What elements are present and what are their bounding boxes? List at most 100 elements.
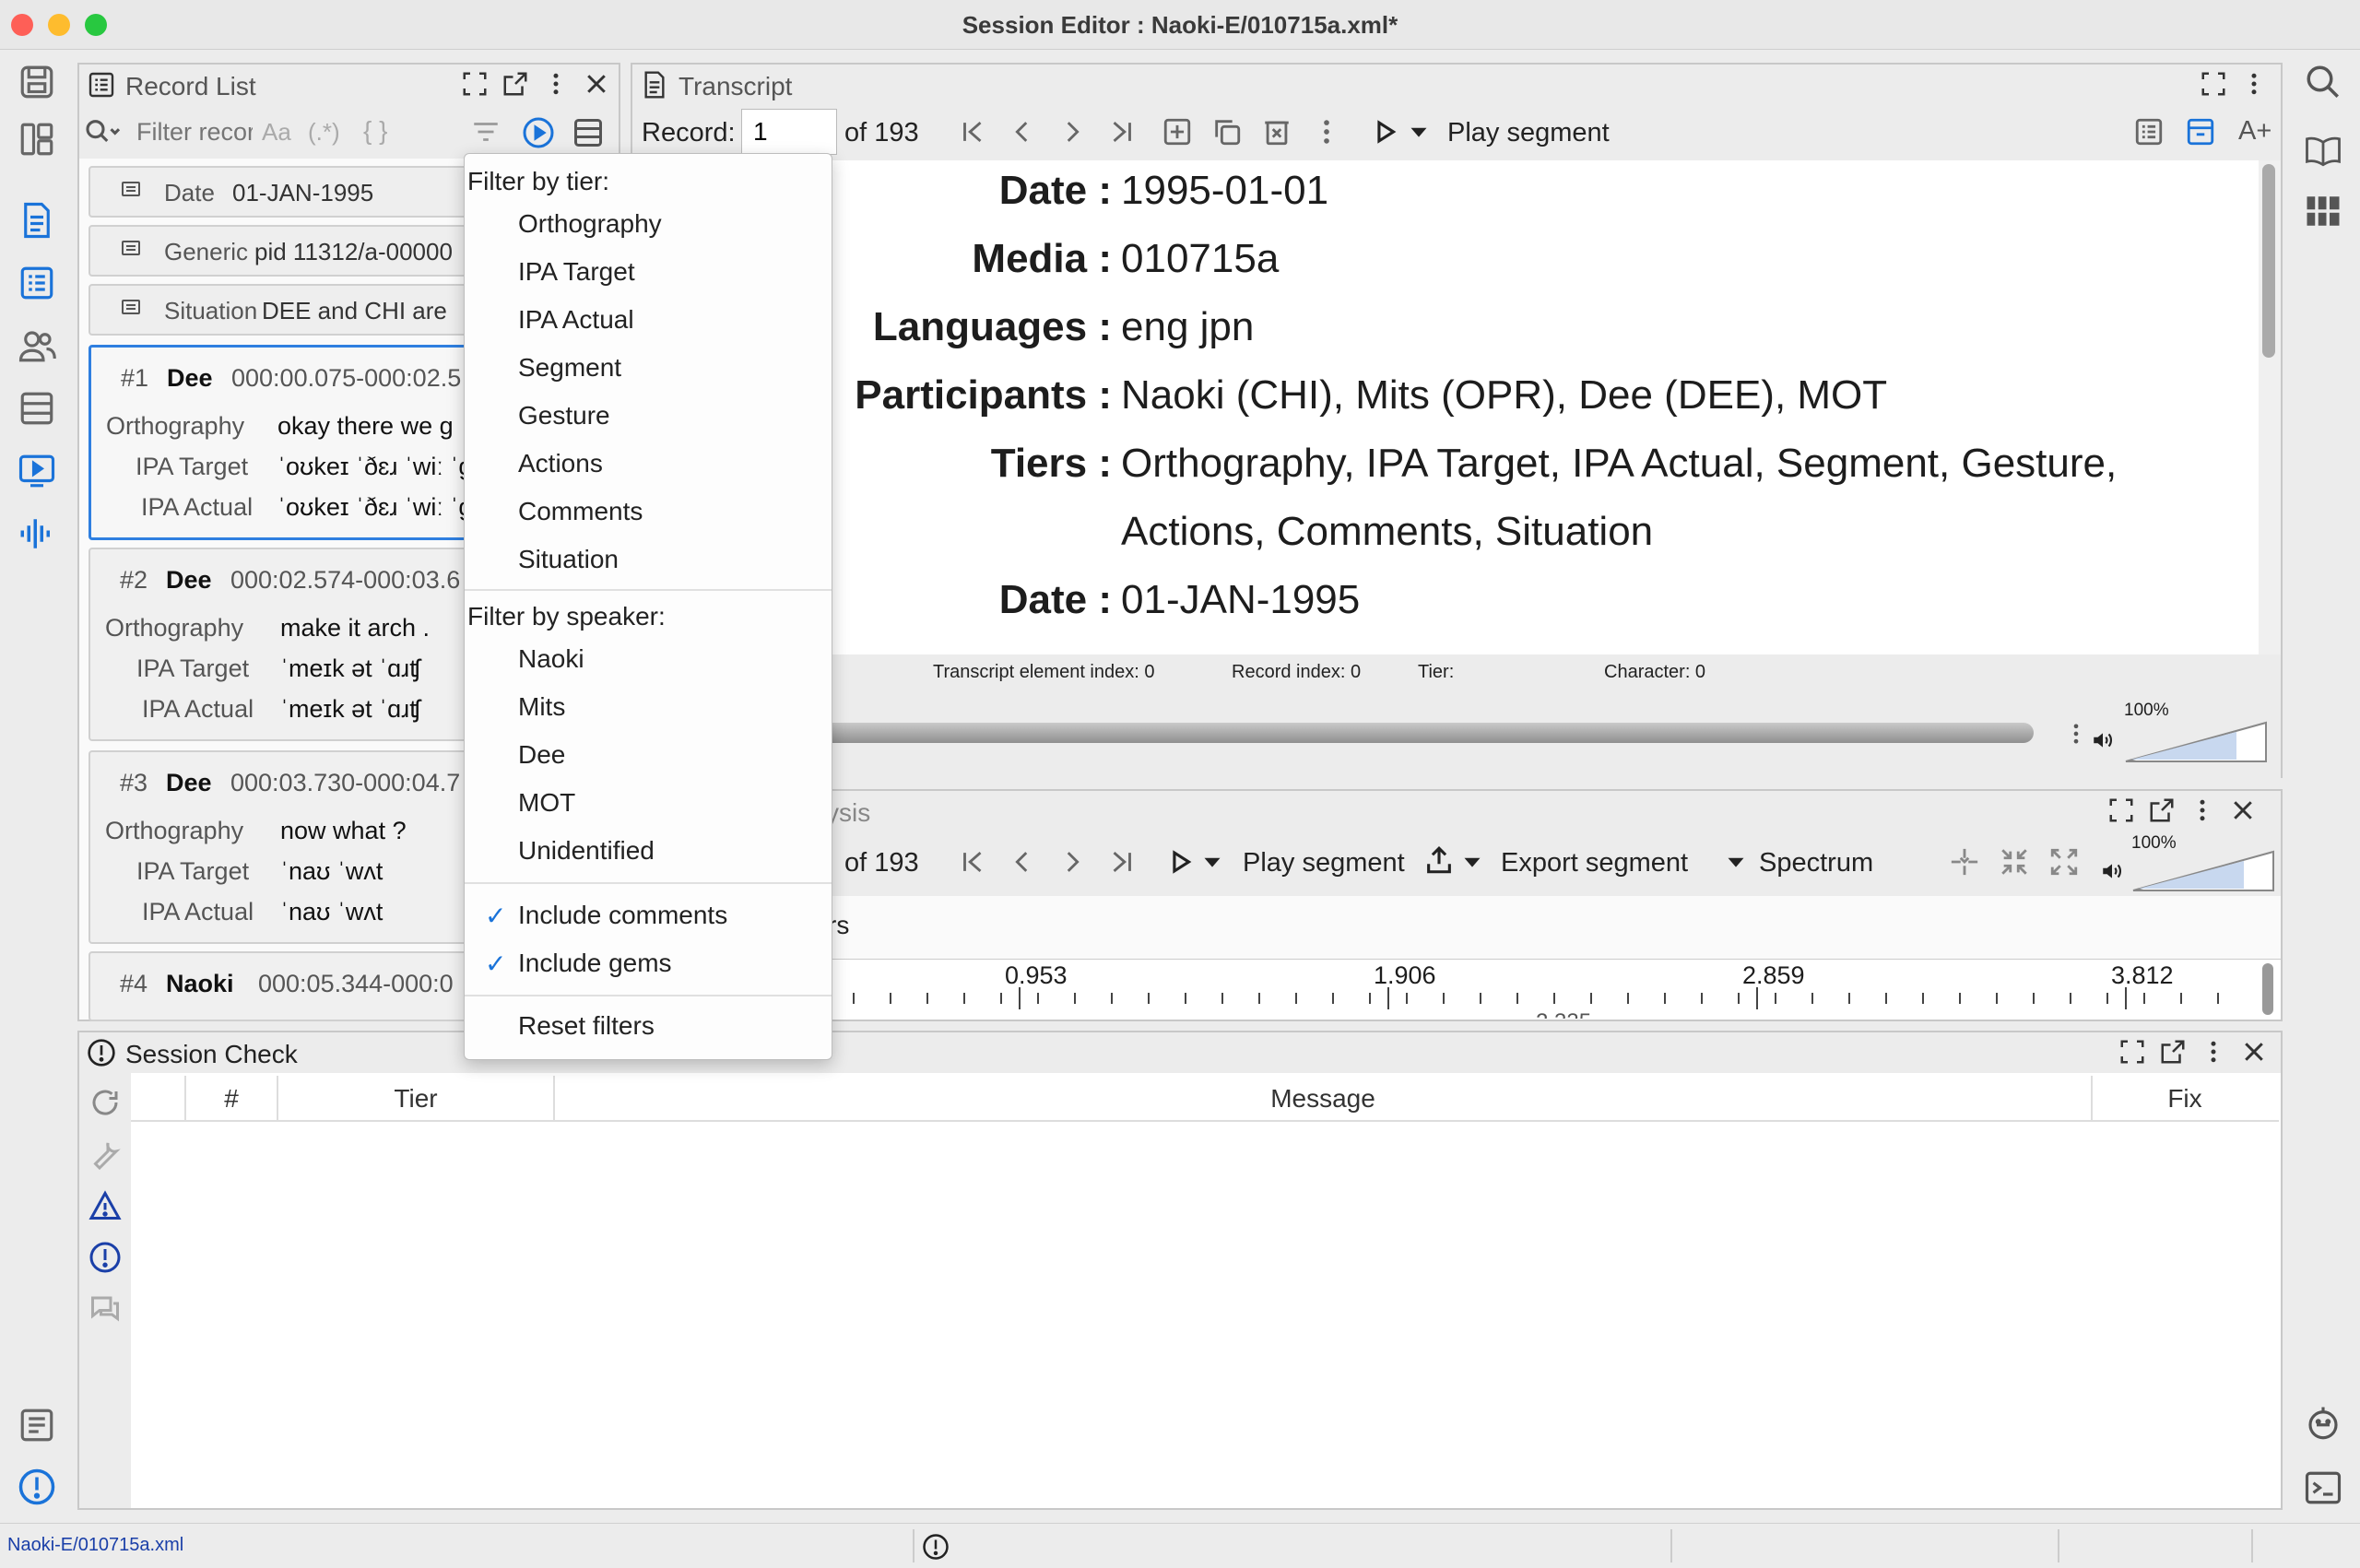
- log-icon[interactable]: [15, 1403, 59, 1447]
- media-player-icon[interactable]: [15, 449, 59, 493]
- play-icon[interactable]: [1165, 846, 1197, 878]
- reset-filters-item[interactable]: Reset filters: [518, 1011, 655, 1041]
- record-filter-input[interactable]: [135, 112, 254, 151]
- record-list-view-icon[interactable]: [15, 261, 59, 305]
- status-file-link[interactable]: Naoki-E/010715a.xml: [7, 1535, 183, 1556]
- alert-circle-icon[interactable]: [922, 1533, 950, 1561]
- chevron-down-icon[interactable]: [1197, 846, 1228, 878]
- maximize-icon[interactable]: [461, 70, 489, 98]
- popout-icon[interactable]: [2148, 796, 2176, 824]
- tier-view-icon[interactable]: [15, 386, 59, 430]
- document-view-icon[interactable]: [2133, 116, 2165, 147]
- list-item[interactable]: Generic pid 11312/a-00000: [88, 225, 470, 277]
- dictionary-icon[interactable]: [2301, 128, 2345, 172]
- list-view-toggle-icon[interactable]: [572, 116, 605, 149]
- volume-icon[interactable]: [2091, 728, 2115, 752]
- menu-item-speaker[interactable]: Unidentified: [518, 836, 655, 866]
- menu-item-tier[interactable]: Comments: [518, 497, 643, 526]
- more-options-icon[interactable]: [1311, 116, 1342, 147]
- add-record-icon[interactable]: [1162, 116, 1193, 147]
- more-options-icon[interactable]: [2189, 796, 2216, 824]
- header-view-icon[interactable]: [2185, 116, 2216, 147]
- zoom-out-icon[interactable]: [2048, 846, 2080, 878]
- comments-icon[interactable]: [88, 1292, 122, 1326]
- menu-item-tier[interactable]: Segment: [518, 353, 621, 383]
- volume-slider[interactable]: [2131, 850, 2275, 892]
- record-number-input[interactable]: [741, 109, 837, 155]
- header-value[interactable]: Orthography, IPA Target, IPA Actual, Seg…: [1121, 441, 2117, 487]
- maximize-icon[interactable]: [2200, 70, 2227, 98]
- table-row[interactable]: #1 Dee 000:00.075-000:02.5 Orthography o…: [88, 345, 472, 540]
- session-check-icon[interactable]: [15, 1465, 59, 1509]
- popout-icon[interactable]: [502, 70, 529, 98]
- column-header-message[interactable]: Message: [555, 1076, 2093, 1122]
- transcript-view-icon[interactable]: [15, 198, 59, 242]
- assistant-icon[interactable]: [2301, 1401, 2345, 1445]
- header-value[interactable]: 1995-01-01: [1121, 168, 1328, 214]
- transcript-document[interactable]: Date : Media : Languages : Participants …: [632, 160, 2259, 654]
- expression-toggle[interactable]: { }: [363, 116, 387, 146]
- chevron-down-icon[interactable]: [1457, 846, 1488, 878]
- last-record-icon[interactable]: [1106, 846, 1138, 878]
- popout-icon[interactable]: [2159, 1038, 2187, 1066]
- first-record-icon[interactable]: [957, 116, 988, 147]
- menu-item-speaker[interactable]: Naoki: [518, 644, 584, 674]
- font-size-button[interactable]: A+: [2238, 116, 2272, 147]
- close-icon[interactable]: [2229, 796, 2257, 824]
- session-check-table[interactable]: [131, 1073, 2281, 1508]
- menu-item-speaker[interactable]: MOT: [518, 788, 575, 818]
- column-header-fix[interactable]: Fix: [2093, 1076, 2277, 1122]
- layout-icon[interactable]: [15, 117, 59, 161]
- maximize-icon[interactable]: [2118, 1038, 2146, 1066]
- play-filter-icon[interactable]: [522, 116, 555, 149]
- previous-record-icon[interactable]: [1007, 846, 1038, 878]
- case-sensitive-toggle[interactable]: Aa: [262, 118, 291, 147]
- play-segment-button[interactable]: Play segment: [1243, 848, 1405, 878]
- search-options-icon[interactable]: [83, 116, 124, 147]
- wrench-icon[interactable]: [88, 1138, 122, 1171]
- scrollbar-thumb[interactable]: [2262, 164, 2275, 358]
- table-row[interactable]: #3 Dee 000:03.730-000:04.7 Orthography n…: [88, 750, 470, 944]
- plugins-grid-icon[interactable]: [2301, 189, 2345, 233]
- participants-icon[interactable]: [15, 324, 59, 368]
- next-record-icon[interactable]: [1056, 116, 1088, 147]
- chevron-down-icon[interactable]: [1720, 846, 1752, 878]
- menu-item-tier[interactable]: Orthography: [518, 209, 662, 239]
- terminal-icon[interactable]: [2301, 1466, 2345, 1510]
- media-progress-bar[interactable]: [798, 723, 2034, 743]
- last-record-icon[interactable]: [1106, 116, 1138, 147]
- menu-item-tier[interactable]: IPA Target: [518, 257, 635, 287]
- regex-toggle[interactable]: (.*): [308, 118, 340, 147]
- zoom-to-selection-icon[interactable]: [1949, 846, 1980, 878]
- save-icon[interactable]: [15, 60, 59, 104]
- header-value[interactable]: 01-JAN-1995: [1121, 577, 1360, 623]
- menu-item-speaker[interactable]: Mits: [518, 692, 565, 722]
- play-segment-button[interactable]: Play segment: [1447, 118, 1610, 148]
- header-value[interactable]: eng jpn: [1121, 304, 1254, 350]
- volume-slider[interactable]: [2124, 721, 2268, 763]
- warning-icon[interactable]: [88, 1189, 122, 1222]
- more-options-icon[interactable]: [2240, 70, 2268, 98]
- next-record-icon[interactable]: [1056, 846, 1088, 878]
- menu-item-tier[interactable]: Gesture: [518, 401, 610, 430]
- more-options-icon[interactable]: [2063, 721, 2089, 747]
- filter-icon[interactable]: [470, 116, 502, 147]
- speech-analysis-icon[interactable]: [15, 512, 59, 556]
- search-icon[interactable]: [2301, 60, 2345, 104]
- time-ruler[interactable]: 0.953 1.906 2.859 3.812 2.335: [632, 959, 2281, 1020]
- list-item[interactable]: Date 01-JAN-1995: [88, 166, 470, 218]
- duplicate-record-icon[interactable]: [1211, 116, 1243, 147]
- first-record-icon[interactable]: [957, 846, 988, 878]
- error-icon[interactable]: [88, 1241, 122, 1274]
- refresh-icon[interactable]: [88, 1086, 122, 1119]
- ruler-scrollbar[interactable]: [2262, 963, 2273, 1015]
- table-row[interactable]: #4 Naoki 000:05.344-000:0: [88, 951, 470, 1021]
- close-icon[interactable]: [2240, 1038, 2268, 1066]
- menu-item-speaker[interactable]: Dee: [518, 740, 565, 770]
- include-comments-item[interactable]: Include comments: [518, 901, 727, 930]
- spectrum-button[interactable]: Spectrum: [1759, 848, 1873, 878]
- menu-item-tier[interactable]: Actions: [518, 449, 603, 478]
- zoom-in-icon[interactable]: [1999, 846, 2030, 878]
- chevron-down-icon[interactable]: [1403, 116, 1434, 147]
- menu-item-tier[interactable]: IPA Actual: [518, 305, 634, 335]
